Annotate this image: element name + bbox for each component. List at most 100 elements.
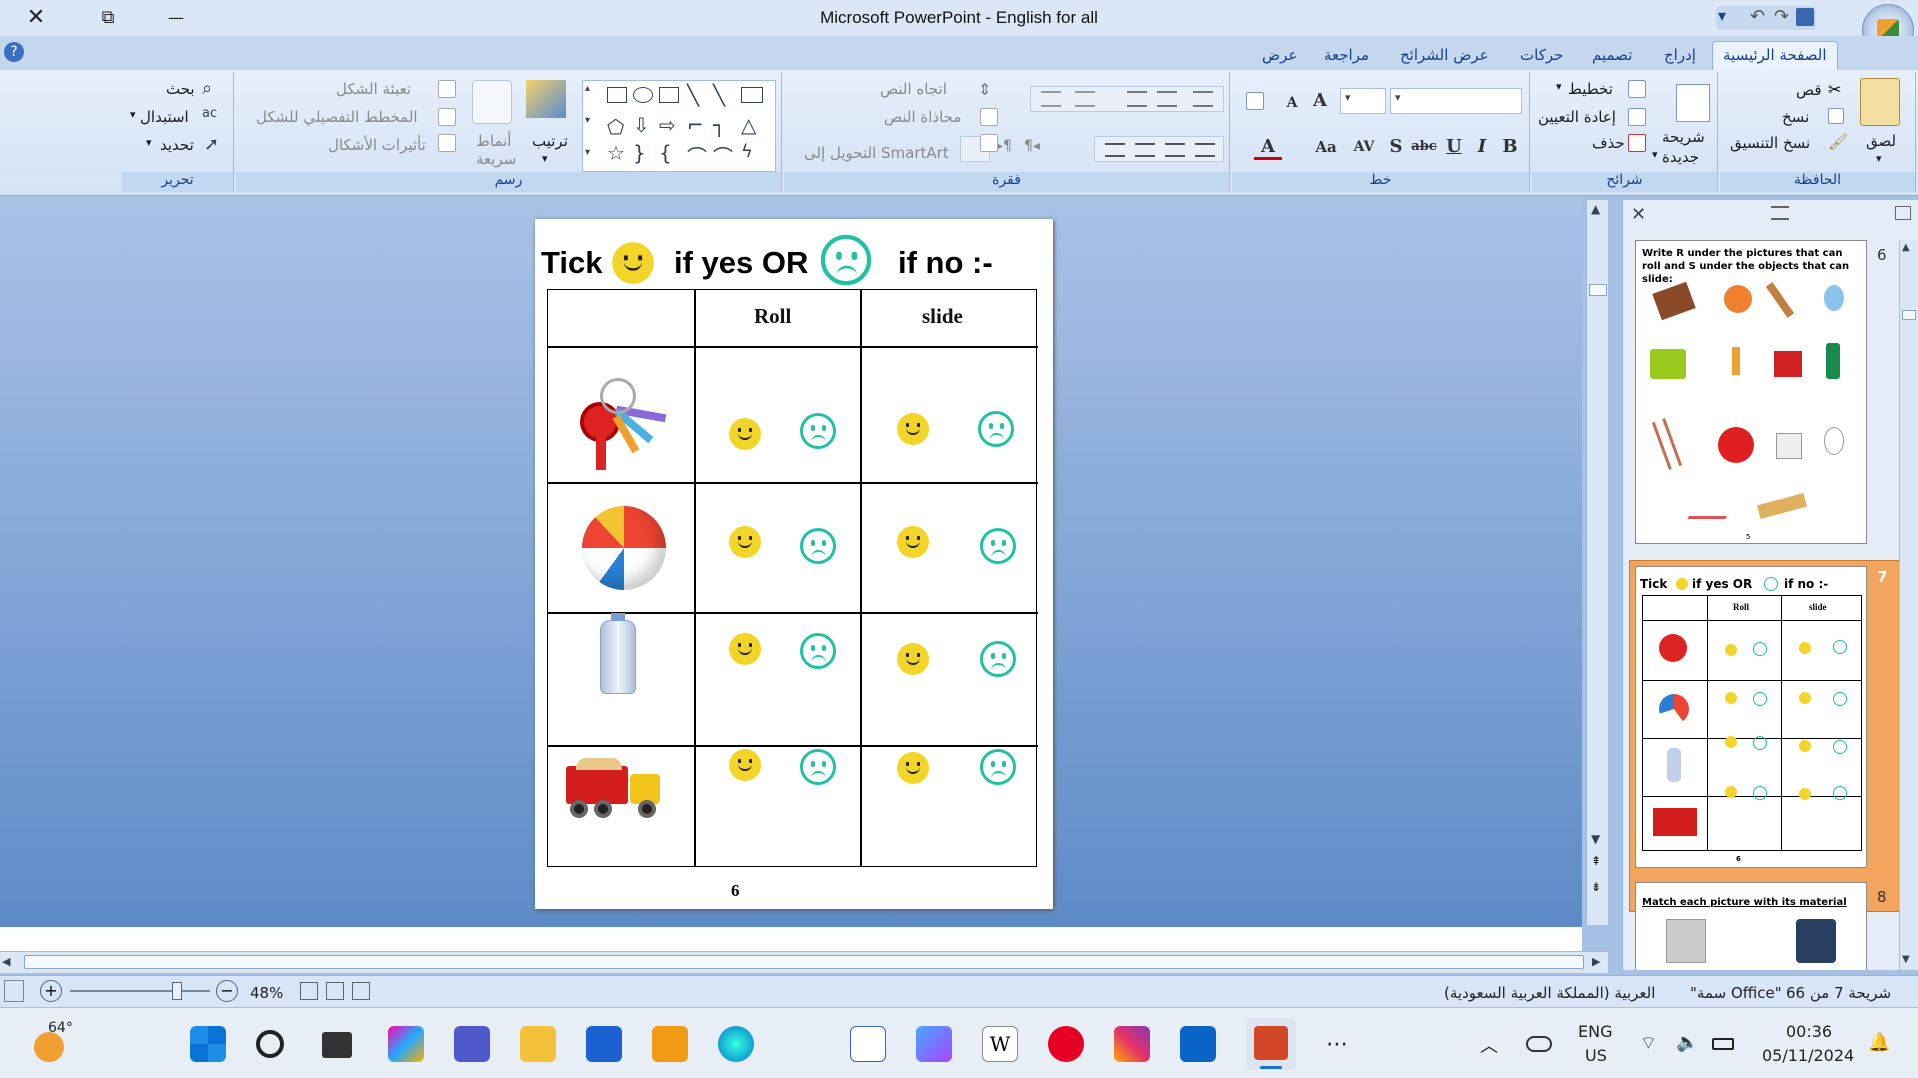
arrange-dropdown-icon[interactable]: ▾ — [542, 152, 548, 165]
app-icon[interactable] — [652, 1026, 688, 1062]
bullets-icon[interactable] — [1041, 91, 1061, 107]
roll-yes-ball[interactable] — [729, 526, 761, 558]
align-left-icon[interactable] — [1105, 143, 1125, 157]
justify-icon[interactable] — [1195, 143, 1215, 157]
reset-button[interactable]: إعادة التعيين — [1538, 108, 1616, 126]
roll-yes-bottle[interactable] — [729, 633, 761, 665]
redo-icon[interactable]: ↷ — [1774, 6, 1789, 27]
align-text-icon[interactable] — [980, 108, 998, 126]
scroll-left-icon[interactable]: ◀ — [2, 955, 10, 968]
new-slide-dropdown-icon[interactable]: ▾ — [1652, 148, 1658, 161]
slide-yes-ball[interactable] — [897, 526, 929, 558]
shape-star-icon[interactable]: ☆ — [607, 141, 625, 165]
bold-button[interactable]: B — [1496, 134, 1524, 160]
shape-effects-button[interactable]: تأثيرات الأشكال — [328, 136, 426, 154]
tab-home[interactable]: الصفحة الرئيسية — [1712, 41, 1838, 71]
shape-textbox-icon[interactable] — [741, 87, 763, 103]
quick-styles-button[interactable]: أنماط — [476, 132, 511, 150]
delete-slide-icon[interactable] — [1628, 134, 1646, 152]
shape-elbow-icon[interactable]: ┐ — [713, 113, 725, 137]
shape-rectangle-icon[interactable] — [607, 87, 627, 103]
paste-icon[interactable] — [1860, 78, 1900, 126]
layout-button[interactable]: تخطيط — [1568, 80, 1613, 98]
hscroll-thumb[interactable] — [24, 955, 1584, 969]
outlook-icon[interactable] — [1180, 1026, 1216, 1062]
binoculars-icon[interactable]: ⌕ — [202, 78, 212, 99]
battery-icon[interactable] — [1712, 1038, 1734, 1050]
gallery-up-icon[interactable]: ▴ — [585, 83, 590, 94]
scroll-up-icon[interactable]: ▲ — [1591, 202, 1600, 216]
reset-icon[interactable] — [1628, 108, 1646, 126]
close-button[interactable]: ✕ — [16, 4, 56, 32]
slide-no-truck[interactable] — [980, 749, 1016, 785]
save-icon[interactable] — [1796, 8, 1814, 26]
quick-styles-button-line2[interactable]: سريعة — [476, 150, 516, 168]
new-slide-button[interactable]: شريحة — [1662, 128, 1705, 146]
slide-yes-truck[interactable] — [897, 752, 929, 784]
slide-no-ball[interactable] — [980, 528, 1016, 564]
roll-yes-truck[interactable] — [729, 749, 761, 781]
gallery-down-icon[interactable]: ▾ — [585, 115, 590, 126]
shape-connector-icon[interactable]: ⌐ — [687, 113, 704, 137]
shape-arc-icon[interactable]: ⌒ — [687, 141, 707, 170]
pane-scroll-down-icon[interactable]: ▼ — [1902, 954, 1910, 965]
ltr-icon[interactable]: ▸¶ — [996, 138, 1012, 154]
slide-yes-bottle[interactable] — [897, 643, 929, 675]
shape-outline-icon[interactable] — [438, 108, 456, 126]
roll-no-bottle[interactable] — [800, 633, 836, 669]
alignment-buttons[interactable] — [1094, 136, 1224, 162]
cut-button[interactable]: قص — [1796, 81, 1822, 99]
minimize-button[interactable]: — — [156, 4, 196, 32]
close-pane-icon[interactable]: ✕ — [1631, 204, 1646, 225]
layout-dropdown-icon[interactable]: ▾ — [1556, 80, 1562, 93]
italic-button[interactable]: I — [1468, 134, 1496, 160]
strikethrough-button[interactable]: abc — [1410, 134, 1438, 160]
pane-scroll-up-icon[interactable]: ▲ — [1902, 242, 1910, 253]
paste-dropdown-icon[interactable]: ▾ — [1876, 152, 1882, 165]
underline-button[interactable]: U — [1440, 134, 1468, 160]
shape-triangle-icon[interactable]: △ — [741, 113, 756, 137]
font-size-combo[interactable]: ▾ — [1340, 88, 1386, 114]
rtl-icon[interactable]: ¶◂ — [1024, 138, 1040, 154]
shape-pentagon-icon[interactable]: ⬠ — [607, 115, 624, 139]
previous-slide-icon[interactable]: ⇞ — [1591, 854, 1601, 868]
sorter-view-icon[interactable] — [326, 982, 344, 1000]
shape-fill-icon[interactable] — [438, 80, 456, 98]
scissors-icon[interactable]: ✂ — [1828, 80, 1841, 99]
shape-rect2-icon[interactable] — [659, 87, 679, 103]
zoom-slider-track[interactable] — [70, 990, 210, 992]
replace-icon[interactable]: ac — [202, 106, 217, 121]
wifi-icon[interactable]: ⌔ — [1640, 1032, 1657, 1055]
shape-fill-button[interactable]: تعبئة الشكل — [336, 80, 411, 98]
scroll-thumb[interactable] — [1589, 284, 1607, 296]
gallery-more-icon[interactable]: ▾ — [585, 147, 590, 158]
shape-brace2-icon[interactable]: { — [659, 141, 672, 165]
shape-brace-icon[interactable]: } — [633, 141, 646, 165]
arrange-button[interactable]: ترتيب — [532, 132, 568, 150]
select-button[interactable]: تحديد — [160, 136, 194, 154]
copilot-app-icon[interactable] — [916, 1026, 952, 1062]
tray-chevron-icon[interactable]: ︿ — [1480, 1032, 1498, 1058]
roll-yes-keys[interactable] — [729, 418, 761, 450]
copy-icon[interactable] — [1828, 108, 1844, 124]
shape-line2-icon[interactable]: ╲ — [713, 83, 725, 107]
pinterest-icon[interactable] — [1048, 1026, 1084, 1062]
wikipedia-icon[interactable]: W — [982, 1026, 1018, 1062]
align-text-button[interactable]: محاذاة النص — [884, 108, 961, 126]
arrange-icon[interactable] — [526, 80, 566, 118]
pane-menu-icon[interactable] — [1895, 206, 1911, 220]
zoom-in-icon[interactable]: + — [40, 980, 62, 1002]
fit-to-window-icon[interactable] — [4, 980, 24, 1002]
normal-view-icon[interactable] — [352, 982, 370, 1000]
paste-button[interactable]: لصق — [1866, 132, 1896, 150]
replace-button[interactable]: استبدال — [140, 108, 189, 126]
copy-button[interactable]: نسخ — [1782, 108, 1809, 126]
font-size-dropdown-icon[interactable]: ▾ — [1345, 91, 1351, 104]
line-spacing-icon[interactable] — [1193, 91, 1213, 107]
slide-thumbnail-6[interactable]: Write R under the pictures that can roll… — [1635, 240, 1867, 544]
convert-smartart-button[interactable]: التحويل إلى SmartArt — [804, 144, 949, 162]
start-icon[interactable] — [190, 1026, 226, 1062]
tab-review[interactable]: مراجعة — [1324, 46, 1369, 64]
decrease-indent-icon[interactable] — [1127, 91, 1147, 107]
weather-icon[interactable] — [34, 1032, 64, 1062]
